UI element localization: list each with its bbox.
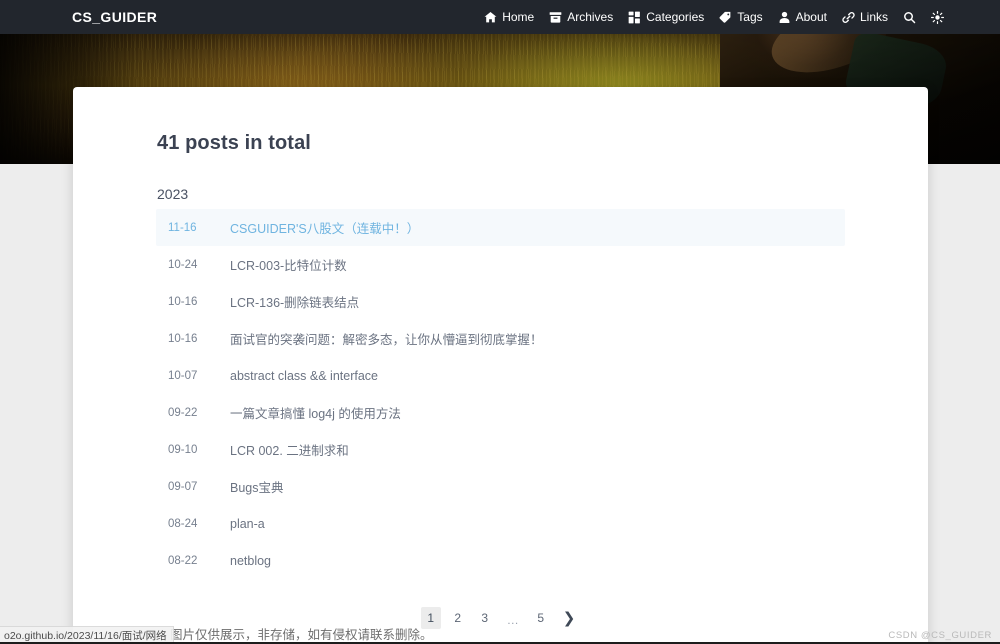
- year-heading: 2023: [157, 186, 189, 202]
- site-brand-logo[interactable]: CS_GUIDER: [72, 9, 157, 25]
- list-item[interactable]: 09-22 一篇文章搞懂 log4j 的使用方法: [156, 394, 845, 431]
- nav-item-about-label: About: [795, 10, 827, 24]
- archive-post-list: 11-16 CSGUIDER'S八股文（连载中！） 10-24 LCR-003-…: [73, 209, 928, 579]
- image-notice-overlay: 图片仅供展示，非存储，如有侵权请联系删除。: [170, 628, 433, 642]
- post-title-link[interactable]: plan-a: [230, 517, 265, 531]
- top-navigation-bar: CS_GUIDER Home Archives Categories Tags …: [0, 0, 1000, 34]
- post-date: 10-24: [168, 258, 198, 271]
- post-title-link[interactable]: LCR 002. 二进制求和: [230, 440, 349, 459]
- archive-box-icon: [549, 11, 562, 24]
- archive-card: 41 posts in total 2023 11-16 CSGUIDER'S八…: [73, 87, 928, 644]
- page-title: 41 posts in total: [157, 132, 311, 154]
- tag-icon: [719, 11, 732, 24]
- post-date: 08-24: [168, 517, 198, 530]
- page-number-2[interactable]: 2: [448, 607, 468, 629]
- next-page-chevron-icon[interactable]: ❯: [558, 607, 581, 629]
- nav-item-archives[interactable]: Archives: [549, 11, 613, 24]
- nav-item-archives-label: Archives: [567, 10, 614, 24]
- list-item[interactable]: 10-24 LCR-003-比特位计数: [156, 246, 845, 283]
- csdn-watermark: CSDN @CS_GUIDER: [888, 630, 992, 641]
- nav-item-about[interactable]: About: [778, 11, 827, 24]
- nav-item-home-label: Home: [502, 10, 535, 24]
- post-title-link[interactable]: 一篇文章搞懂 log4j 的使用方法: [230, 403, 401, 422]
- post-title-link[interactable]: CSGUIDER'S八股文（连载中！）: [230, 218, 419, 237]
- post-title-link[interactable]: LCR-003-比特位计数: [230, 255, 347, 274]
- post-date: 10-07: [168, 369, 198, 382]
- page-root: CS_GUIDER Home Archives Categories Tags …: [0, 0, 1000, 644]
- page-number-3[interactable]: 3: [475, 607, 495, 629]
- list-item[interactable]: 09-07 Bugs宝典: [156, 468, 845, 505]
- post-date: 10-16: [168, 332, 198, 345]
- post-date: 10-16: [168, 295, 198, 308]
- post-date: 09-22: [168, 406, 198, 419]
- grid-icon: [628, 11, 641, 24]
- post-title-link[interactable]: Bugs宝典: [230, 477, 284, 496]
- post-title-link[interactable]: abstract class && interface: [230, 369, 378, 383]
- nav-item-tags-label: Tags: [737, 10, 763, 24]
- nav-item-tags[interactable]: Tags: [719, 10, 763, 24]
- nav-item-links-label: Links: [859, 10, 888, 24]
- post-date: 09-07: [168, 480, 198, 493]
- page-number-5[interactable]: 5: [531, 607, 551, 629]
- nav-menu: Home Archives Categories Tags About Link…: [484, 10, 944, 24]
- search-icon: [903, 11, 916, 24]
- post-title-link[interactable]: LCR-136-删除链表结点: [230, 292, 359, 311]
- list-item[interactable]: 11-16 CSGUIDER'S八股文（连载中！）: [156, 209, 845, 246]
- post-title-link[interactable]: netblog: [230, 554, 271, 568]
- list-item[interactable]: 08-24 plan-a: [156, 505, 845, 542]
- list-item[interactable]: 10-07 abstract class && interface: [156, 357, 845, 394]
- post-date: 08-22: [168, 554, 198, 567]
- user-icon: [778, 11, 791, 24]
- home-icon: [484, 11, 497, 24]
- post-title-link[interactable]: 面试官的突袭问题：解密多态，让你从懵逼到彻底掌握！: [230, 329, 543, 348]
- list-item[interactable]: 08-22 netblog: [156, 542, 845, 579]
- list-item[interactable]: 10-16 面试官的突袭问题：解密多态，让你从懵逼到彻底掌握！: [156, 320, 845, 357]
- link-icon: [842, 11, 855, 24]
- nav-item-home[interactable]: Home: [484, 11, 534, 24]
- list-item[interactable]: 10-16 LCR-136-删除链表结点: [156, 283, 845, 320]
- nav-search-button[interactable]: [903, 11, 916, 24]
- list-item[interactable]: 09-10 LCR 002. 二进制求和: [156, 431, 845, 468]
- post-date: 11-16: [168, 221, 197, 234]
- nav-item-categories-label: Categories: [646, 10, 705, 24]
- nav-item-links[interactable]: Links: [842, 11, 888, 24]
- sun-icon: [931, 10, 944, 24]
- page-ellipsis: …: [506, 613, 519, 627]
- post-date: 09-10: [168, 443, 198, 456]
- theme-toggle-button[interactable]: [931, 10, 944, 24]
- nav-item-categories[interactable]: Categories: [628, 11, 704, 24]
